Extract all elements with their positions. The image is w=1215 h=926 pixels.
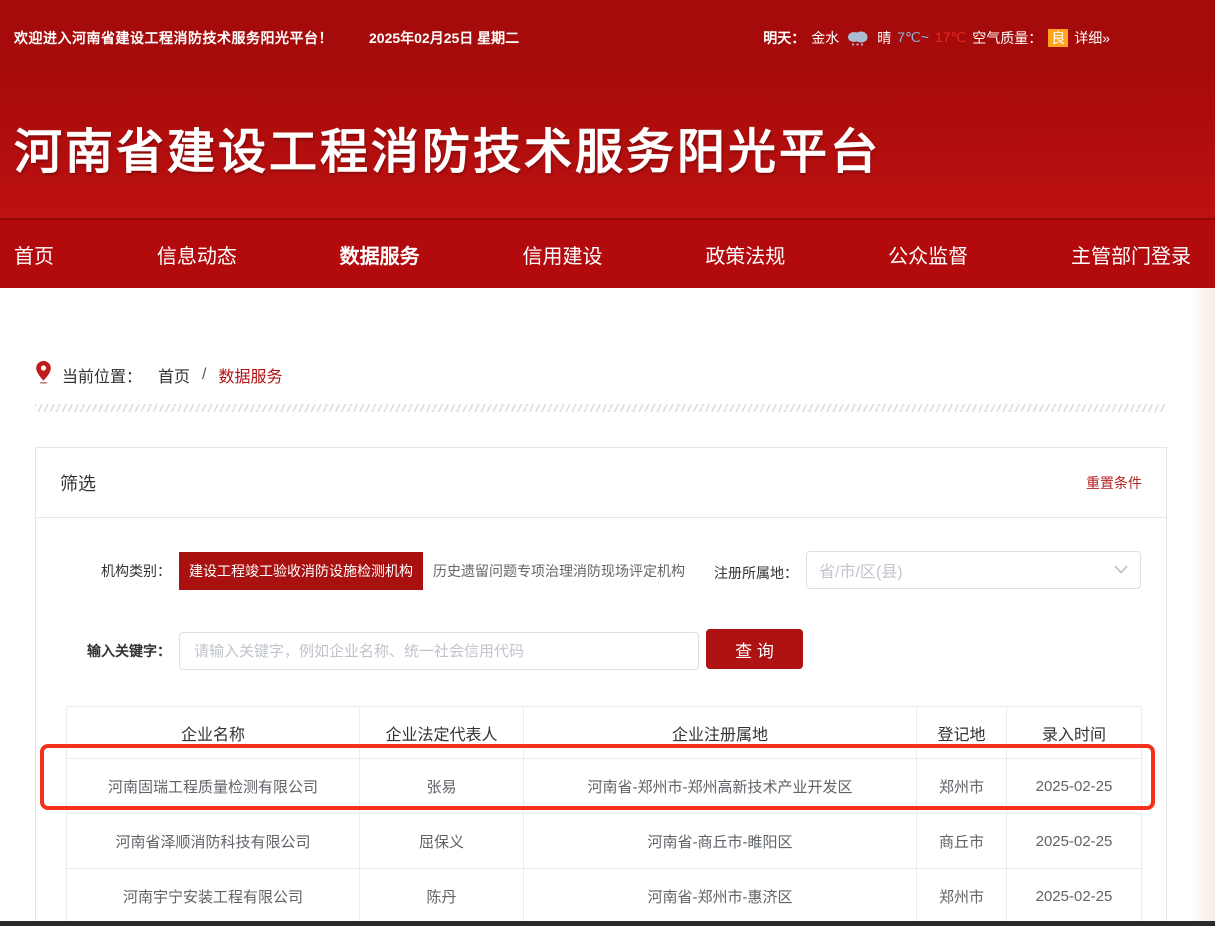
nav-item-credit[interactable]: 信用建设: [522, 240, 602, 269]
cell-region: 河南省-商丘市-睢阳区: [524, 814, 917, 869]
air-quality-label: 空气质量：: [972, 28, 1042, 48]
col-header-entry-date: 录入时间: [1007, 707, 1142, 759]
table-row: 河南固瑞工程质量检测有限公司 张易 河南省-郑州市-郑州高新技术产业开发区 郑州…: [67, 759, 1142, 814]
cell-company: 河南固瑞工程质量检测有限公司: [67, 759, 360, 814]
filter-panel: 筛选 重置条件 机构类别： 建设工程竣工验收消防设施检测机构 历史遗留问题专项治…: [35, 447, 1167, 926]
search-button[interactable]: 查 询: [706, 629, 803, 669]
cell-entry-date: 2025-02-25: [1007, 759, 1142, 814]
nav-item-data-service[interactable]: 数据服务: [340, 240, 420, 269]
nav-item-news[interactable]: 信息动态: [157, 240, 237, 269]
category-option-selected[interactable]: 建设工程竣工验收消防设施检测机构: [179, 552, 423, 590]
nav-item-supervision[interactable]: 公众监督: [888, 240, 968, 269]
cell-entry-date: 2025-02-25: [1007, 869, 1142, 924]
nav-item-admin-login[interactable]: 主管部门登录: [1071, 240, 1191, 269]
topbar: 欢迎进入河南省建设工程消防技术服务阳光平台！ 2025年02月25日 星期二 明…: [0, 0, 1215, 75]
air-quality-badge: 良: [1048, 29, 1068, 47]
filter-title: 筛选: [60, 470, 96, 496]
region-select-placeholder: 省/市/区(县): [819, 558, 903, 582]
table-row: 河南省泽顺消防科技有限公司 屈保义 河南省-商丘市-睢阳区 商丘市 2025-0…: [67, 814, 1142, 869]
date-text: 2025年02月25日 星期二: [369, 28, 519, 48]
weather-tomorrow-label: 明天：: [763, 28, 805, 48]
keyword-input[interactable]: [179, 632, 699, 670]
weather-widget: 明天： 金水 晴 7℃~ 17℃ 空气质量： 良 详细»: [763, 28, 1110, 48]
welcome-text: 欢迎进入河南省建设工程消防技术服务阳光平台！: [14, 28, 333, 48]
site-banner: 河南省建设工程消防技术服务阳光平台: [0, 75, 1215, 218]
col-header-company: 企业名称: [67, 707, 360, 759]
col-header-region: 企业注册属地: [524, 707, 917, 759]
chevron-down-icon: [1114, 561, 1128, 579]
breadcrumb-label: 当前位置：: [62, 363, 142, 387]
weather-district: 金水: [811, 28, 839, 48]
weather-condition: 晴: [877, 28, 891, 48]
keyword-row: 输入关键字：: [36, 631, 699, 671]
cell-reg-place: 商丘市: [917, 814, 1007, 869]
cell-legal-rep: 张易: [360, 759, 524, 814]
cell-legal-rep: 屈保义: [360, 814, 524, 869]
breadcrumb-home-link[interactable]: 首页: [158, 363, 190, 387]
temp-low: 7℃~: [897, 29, 929, 46]
location-pin-icon: [35, 360, 52, 389]
cell-region: 河南省-郑州市-惠济区: [524, 869, 917, 924]
stripe-divider: [35, 404, 1167, 412]
cell-entry-date: 2025-02-25: [1007, 814, 1142, 869]
main-nav: 首页 信息动态 数据服务 信用建设 政策法规 公众监督 主管部门登录: [0, 218, 1215, 288]
nav-item-home[interactable]: 首页: [14, 240, 54, 269]
cell-company: 河南宇宁安装工程有限公司: [67, 869, 360, 924]
page-bottom-strip: [0, 921, 1215, 926]
reset-filters-link[interactable]: 重置条件: [1086, 473, 1142, 493]
table-row: 河南宇宁安装工程有限公司 陈丹 河南省-郑州市-惠济区 郑州市 2025-02-…: [67, 869, 1142, 924]
category-label: 机构类别：: [36, 561, 171, 581]
col-header-legal-rep: 企业法定代表人: [360, 707, 524, 759]
filter-panel-header: 筛选 重置条件: [36, 448, 1166, 518]
category-row: 机构类别： 建设工程竣工验收消防设施检测机构 历史遗留问题专项治理消防现场评定机…: [36, 551, 685, 591]
cloud-icon: [845, 29, 871, 47]
cell-reg-place: 郑州市: [917, 869, 1007, 924]
keyword-label: 输入关键字：: [36, 641, 171, 661]
breadcrumb-separator: /: [202, 366, 206, 384]
region-label: 注册所属地：: [668, 563, 798, 583]
site-title: 河南省建设工程消防技术服务阳光平台: [14, 112, 881, 182]
breadcrumb-current[interactable]: 数据服务: [218, 363, 282, 387]
col-header-reg-place: 登记地: [917, 707, 1007, 759]
cell-region: 河南省-郑州市-郑州高新技术产业开发区: [524, 759, 917, 814]
cell-company: 河南省泽顺消防科技有限公司: [67, 814, 360, 869]
temp-high: 17℃: [935, 29, 966, 46]
nav-item-policy[interactable]: 政策法规: [705, 240, 785, 269]
results-table: 企业名称 企业法定代表人 企业注册属地 登记地 录入时间 河南固瑞工程质量检测有…: [66, 706, 1142, 924]
table-header-row: 企业名称 企业法定代表人 企业注册属地 登记地 录入时间: [67, 707, 1142, 759]
cell-legal-rep: 陈丹: [360, 869, 524, 924]
category-option-unselected[interactable]: 历史遗留问题专项治理消防现场评定机构: [433, 561, 685, 581]
cell-reg-place: 郑州市: [917, 759, 1007, 814]
weather-detail-link[interactable]: 详细»: [1074, 28, 1110, 48]
page-right-strip: [1190, 288, 1215, 921]
breadcrumb: 当前位置： 首页 / 数据服务: [35, 360, 283, 389]
region-select[interactable]: 省/市/区(县): [806, 551, 1141, 589]
